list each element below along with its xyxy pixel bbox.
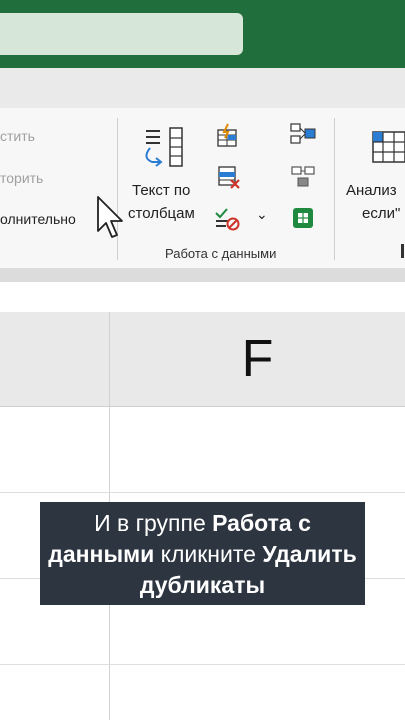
text-to-columns-label-2[interactable]: столбцам: [128, 205, 195, 222]
what-if-analysis-label-2[interactable]: если": [362, 205, 400, 222]
data-model-icon[interactable]: [290, 205, 316, 231]
ribbon-separator-2: [334, 118, 335, 260]
group-label-fragment: [401, 244, 404, 258]
ribbon-bottom-edge: [0, 268, 405, 282]
text-to-columns-icon[interactable]: [140, 124, 188, 170]
what-if-analysis-icon[interactable]: [371, 130, 405, 164]
consolidate-icon[interactable]: [289, 122, 317, 146]
instruction-caption: И в группе Работа с данными кликните Уда…: [40, 502, 365, 605]
chevron-down-icon[interactable]: ⌄: [256, 206, 268, 223]
relationships-icon[interactable]: [290, 164, 316, 188]
ribbon: [0, 108, 405, 268]
column-header-e[interactable]: [0, 312, 109, 407]
reapply2-button[interactable]: торить: [0, 170, 43, 186]
what-if-analysis-label-1[interactable]: Анализ: [346, 182, 397, 199]
ribbon-tab-strip: [0, 68, 405, 108]
column-letter-f: F: [241, 330, 274, 388]
text-to-columns-label-1[interactable]: Текст по: [132, 182, 190, 199]
reapply-button[interactable]: стить: [0, 128, 35, 144]
remove-duplicates-icon[interactable]: [216, 164, 242, 190]
caption-text-1: И в группе: [94, 510, 213, 536]
advanced-filter-button[interactable]: олнительно: [0, 211, 76, 227]
data-validation-icon[interactable]: [214, 205, 240, 231]
mouse-cursor-icon: [97, 196, 123, 238]
caption-text-2: кликните: [154, 541, 263, 567]
formula-bar[interactable]: [0, 282, 405, 313]
data-tools-group-label: Работа с данными: [165, 246, 277, 261]
flash-fill-icon[interactable]: [214, 122, 240, 148]
search-input[interactable]: [0, 13, 243, 55]
